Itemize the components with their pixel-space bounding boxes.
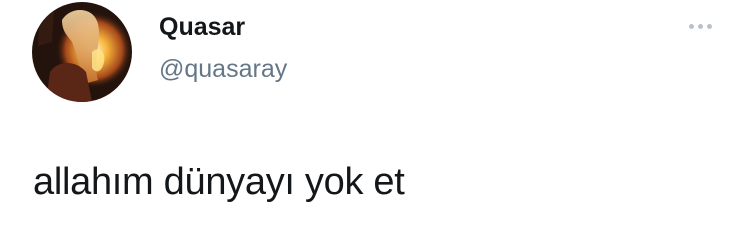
- dot-icon: [688, 23, 694, 29]
- user-handle[interactable]: @quasaray: [159, 53, 287, 85]
- dot-icon: [697, 23, 703, 29]
- dot-icon: [706, 23, 712, 29]
- display-name[interactable]: Quasar: [159, 11, 245, 43]
- tweet-card: Quasar @quasaray allahım dünyayı yok et: [0, 0, 731, 244]
- more-options-icon[interactable]: [680, 14, 720, 38]
- tweet-text: allahım dünyayı yok et: [33, 161, 405, 203]
- avatar-image: [32, 2, 132, 102]
- avatar[interactable]: [32, 2, 132, 102]
